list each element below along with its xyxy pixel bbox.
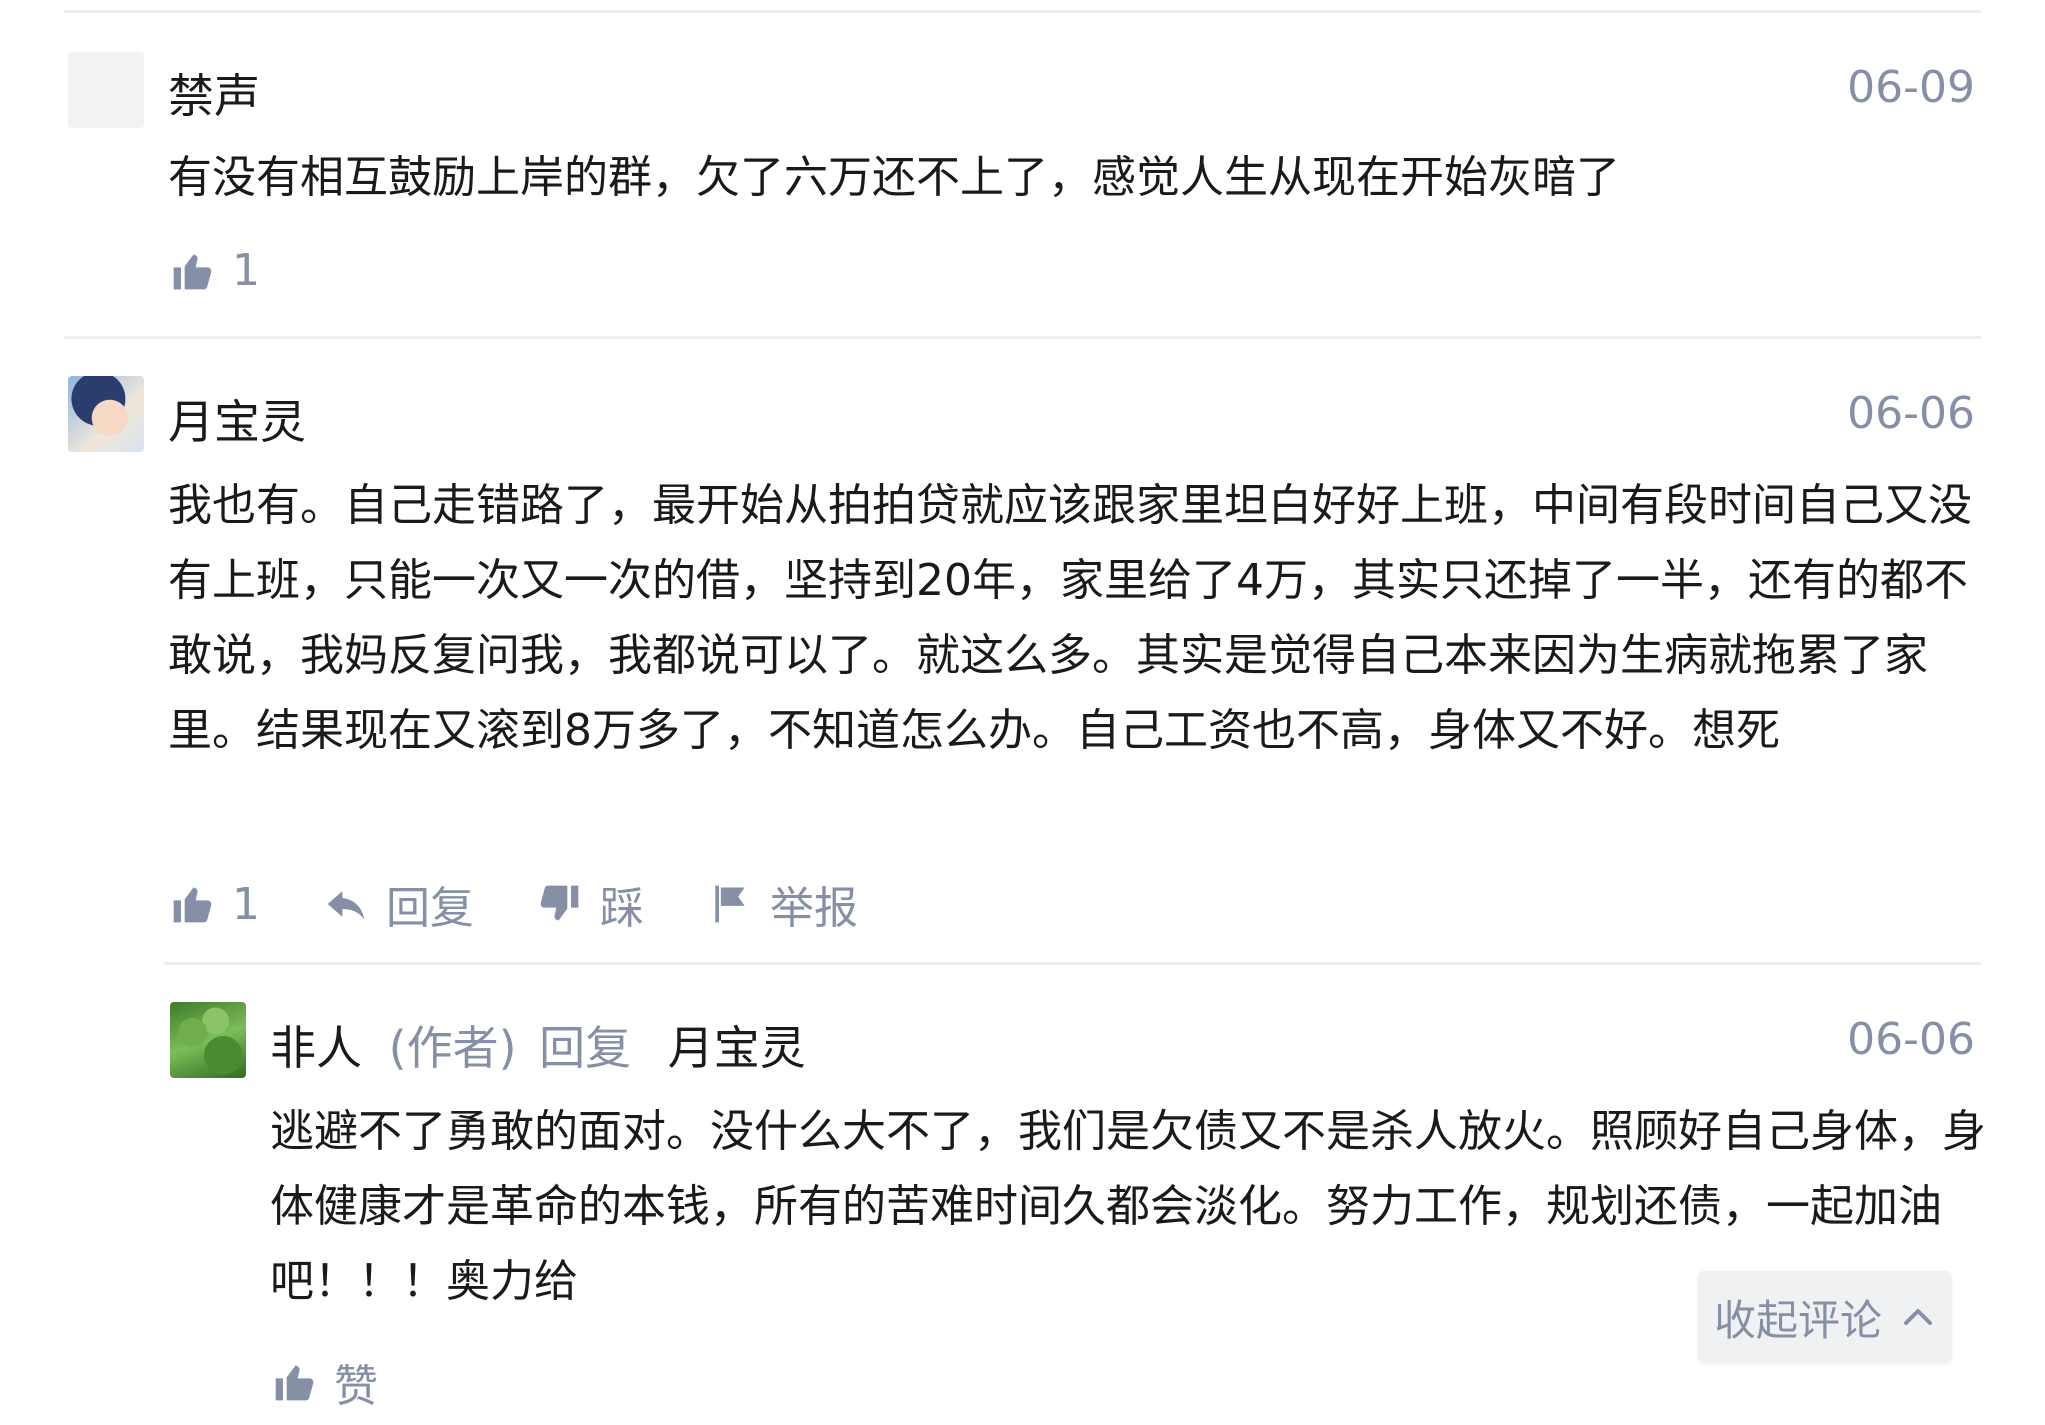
comment-text: 我也有。自己走错路了，最开始从拍拍贷就应该跟家里坦白好好上班，中间有段时间自己又…: [168, 480, 1972, 756]
avatar[interactable]: [68, 52, 144, 128]
flag-icon: [715, 885, 745, 923]
comment-text: 有没有相互鼓励上岸的群，欠了六万还不上了，感觉人生从现在开始灰暗了: [168, 152, 1620, 203]
thumbs-up-icon: [173, 887, 212, 923]
collapse-label: 收起评论: [1713, 1295, 1882, 1345]
like-label: 赞: [334, 1361, 378, 1412]
author-tag: (作者): [388, 1021, 517, 1075]
reply-divider: [164, 962, 1981, 965]
report-label: 举报: [770, 883, 858, 934]
reply-date: 06-06: [1847, 1014, 1975, 1065]
reply-arrow-icon: [327, 891, 365, 920]
avatar[interactable]: [170, 1002, 246, 1078]
thumbs-up-icon: [173, 254, 212, 289]
report-button[interactable]: 举报: [708, 872, 858, 936]
comment-actions: 1: [170, 245, 324, 296]
comment-actions: 1 回复 踩 举报: [170, 872, 922, 936]
dislike-button[interactable]: 踩: [538, 872, 644, 936]
reply-button[interactable]: 回复: [324, 872, 474, 936]
comment-thread: 禁声 06-09 有没有相互鼓励上岸的群，欠了六万还不上了，感觉人生从现在开始灰…: [0, 0, 2045, 1425]
thumbs-down-icon: [540, 885, 579, 921]
dislike-label: 踩: [600, 883, 644, 934]
top-divider: [64, 10, 1981, 13]
comment-divider: [64, 336, 1981, 339]
comment-username[interactable]: 月宝灵: [168, 386, 306, 452]
collapse-comments-button[interactable]: 收起评论: [1698, 1271, 1952, 1363]
avatar[interactable]: [68, 376, 144, 452]
comment-username[interactable]: 禁声: [168, 60, 260, 126]
thumbs-up-icon: [275, 1365, 314, 1401]
reply-label: 回复: [386, 883, 474, 934]
comment-date: 06-09: [1847, 62, 1975, 113]
reply-username[interactable]: 非人: [270, 1021, 362, 1075]
like-button[interactable]: 1: [170, 245, 260, 296]
reply-actions: 赞: [272, 1350, 442, 1414]
like-button[interactable]: 1: [170, 879, 260, 930]
chevron-up-icon: [1904, 1309, 1932, 1325]
like-count: 1: [232, 878, 260, 930]
comment-date: 06-06: [1847, 388, 1975, 439]
reply-word: 回复: [539, 1021, 632, 1075]
reply-to-username[interactable]: 月宝灵: [668, 1021, 806, 1075]
reply-header: 非人 (作者) 回复 月宝灵: [270, 1012, 806, 1078]
like-button[interactable]: 赞: [272, 1350, 378, 1414]
like-count: 1: [232, 245, 260, 296]
